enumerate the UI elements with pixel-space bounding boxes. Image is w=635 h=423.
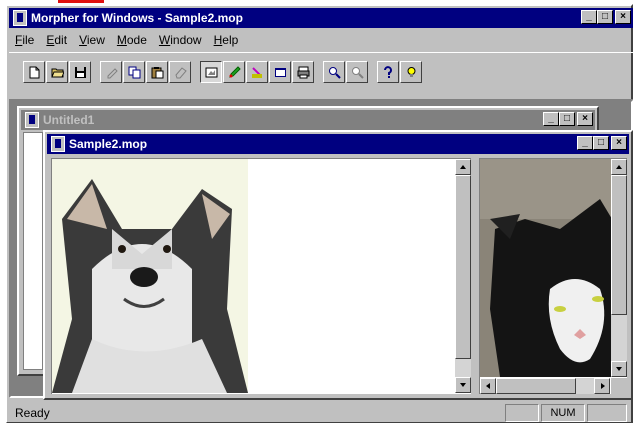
sample-minimize-button[interactable]: _ <box>577 136 593 150</box>
sample-window-controls: _ □ × <box>577 136 627 150</box>
menu-edit[interactable]: Edit <box>40 33 73 47</box>
untitled-close-button[interactable]: × <box>577 112 593 126</box>
open-file-button[interactable] <box>46 61 68 83</box>
save-button[interactable] <box>69 61 91 83</box>
target-edit-icon <box>251 66 262 78</box>
right-scroll-right-button[interactable] <box>594 378 610 394</box>
app-icon[interactable] <box>13 10 27 26</box>
untitled-titlebar[interactable]: Untitled1 _ □ × <box>21 110 595 130</box>
red-accent-mark <box>58 0 104 3</box>
size-grip[interactable] <box>611 378 627 394</box>
sample-titlebar[interactable]: Sample2.mop _ □ × <box>47 134 629 154</box>
cat-image[interactable] <box>480 159 612 377</box>
right-horizontal-scrollbar[interactable] <box>480 378 610 394</box>
edit-source-icon <box>205 67 217 77</box>
app-window: Morpher for Windows - Sample2.mop _ □ × … <box>5 4 633 423</box>
toolbar <box>9 52 633 100</box>
paste-icon <box>151 66 163 78</box>
statusbar: Ready NUM <box>9 402 633 423</box>
untitled-minimize-button[interactable]: _ <box>543 112 559 126</box>
open-folder-icon <box>50 68 64 77</box>
untitled-maximize-button[interactable]: □ <box>559 112 575 126</box>
document-icon <box>25 112 39 128</box>
status-num-indicator: NUM <box>541 404 585 422</box>
menu-mode[interactable]: Mode <box>111 33 153 47</box>
new-file-button[interactable] <box>23 61 45 83</box>
mdi-client-area: Untitled1 _ □ × Sample2.mop _ □ × <box>9 100 633 400</box>
hint-lightbulb-icon <box>407 66 415 77</box>
sample-maximize-button[interactable]: □ <box>593 136 609 150</box>
undo-icon <box>107 67 118 78</box>
eraser-button[interactable] <box>169 61 191 83</box>
target-image-pane[interactable] <box>479 158 627 394</box>
left-scroll-thumb[interactable] <box>455 175 471 359</box>
eraser-icon <box>174 66 187 78</box>
right-hscroll-thumb[interactable] <box>496 378 576 394</box>
menubar: File Edit View Mode Window Help <box>9 30 633 50</box>
sample-title: Sample2.mop <box>69 137 148 151</box>
zoom-out-button[interactable] <box>346 61 368 83</box>
sample-document-window[interactable]: Sample2.mop _ □ × <box>43 130 633 400</box>
target-edit-button[interactable] <box>246 61 268 83</box>
document-icon <box>51 136 65 152</box>
zoom-in-icon <box>328 66 341 79</box>
undo-button[interactable] <box>100 61 122 83</box>
source-image-pane[interactable] <box>51 158 471 394</box>
edit-source-button[interactable] <box>200 61 222 83</box>
maximize-button[interactable]: □ <box>597 10 613 24</box>
right-vertical-scrollbar[interactable] <box>611 159 627 377</box>
status-text: Ready <box>15 406 50 420</box>
left-scroll-down-button[interactable] <box>455 377 471 393</box>
preview-button[interactable] <box>269 61 291 83</box>
help-icon <box>383 65 392 78</box>
new-file-icon <box>29 66 39 78</box>
help-button[interactable] <box>377 61 399 83</box>
menu-file[interactable]: File <box>9 33 40 47</box>
save-disk-icon <box>74 66 86 78</box>
left-scroll-up-button[interactable] <box>455 159 471 175</box>
zoom-out-icon <box>351 66 364 79</box>
close-button[interactable]: × <box>615 10 631 24</box>
right-scroll-down-button[interactable] <box>611 361 627 377</box>
paste-button[interactable] <box>146 61 168 83</box>
dog-husky-image[interactable] <box>52 159 248 393</box>
minimize-button[interactable]: _ <box>581 10 597 24</box>
copy-icon <box>128 66 140 78</box>
app-titlebar[interactable]: Morpher for Windows - Sample2.mop _ □ × <box>9 8 633 28</box>
left-vertical-scrollbar[interactable] <box>455 159 471 393</box>
menu-help[interactable]: Help <box>208 33 245 47</box>
render-icon <box>297 66 309 78</box>
app-title: Morpher for Windows - Sample2.mop <box>31 11 243 25</box>
status-pane-scroll <box>587 404 627 422</box>
pencil-icon <box>228 65 241 78</box>
copy-button[interactable] <box>123 61 145 83</box>
hint-button[interactable] <box>400 61 422 83</box>
untitled-client-area[interactable] <box>23 132 43 370</box>
untitled-window-controls: _ □ × <box>543 112 593 126</box>
menu-view[interactable]: View <box>73 33 111 47</box>
render-button[interactable] <box>292 61 314 83</box>
app-window-controls: _ □ × <box>581 10 631 24</box>
preview-icon <box>274 67 286 77</box>
untitled-title: Untitled1 <box>43 113 95 127</box>
menu-window[interactable]: Window <box>153 33 208 47</box>
pencil-button[interactable] <box>223 61 245 83</box>
zoom-in-button[interactable] <box>323 61 345 83</box>
right-scroll-left-button[interactable] <box>480 378 496 394</box>
right-scroll-up-button[interactable] <box>611 159 627 175</box>
sample-close-button[interactable]: × <box>611 136 627 150</box>
status-pane-caps <box>505 404 539 422</box>
right-vscroll-thumb[interactable] <box>611 175 627 315</box>
